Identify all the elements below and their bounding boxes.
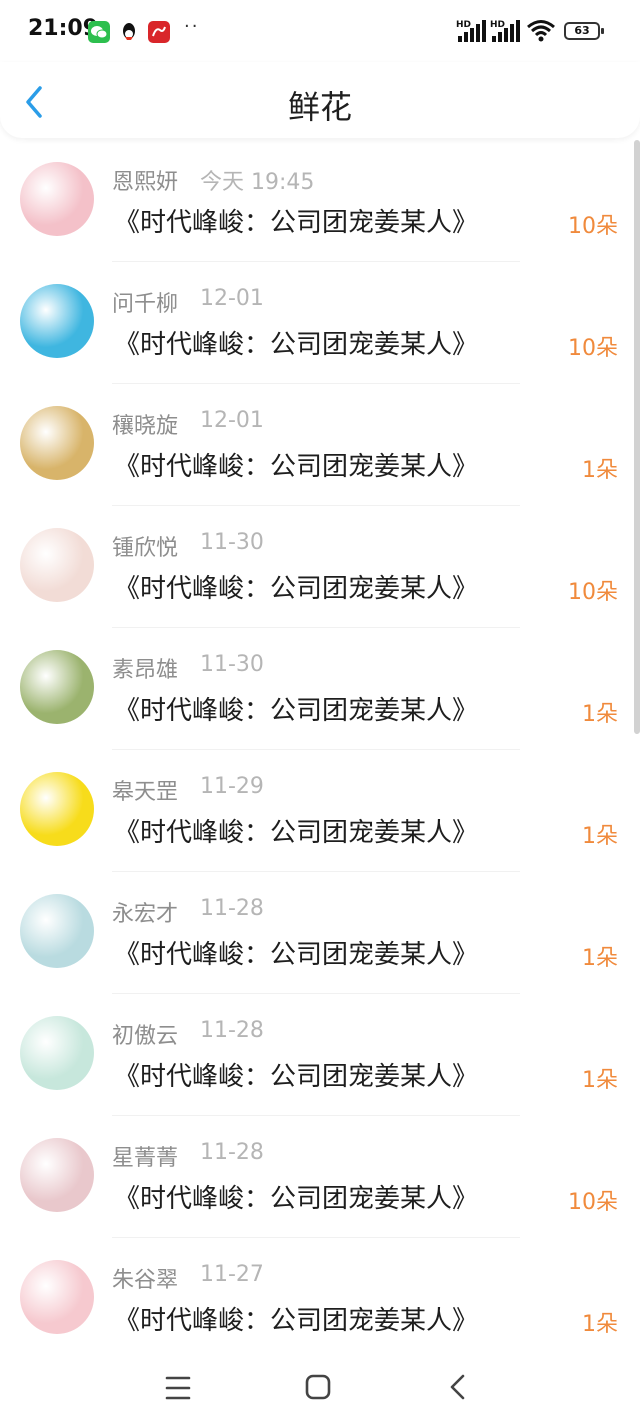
home-square-icon <box>305 1374 331 1400</box>
battery-icon: 63 <box>564 22 604 40</box>
list-item[interactable]: 初傲云 11-28 《时代峰峻：公司团宠姜某人》 1朵 <box>0 994 640 1116</box>
gift-date: 11-29 <box>200 774 264 799</box>
page-header: 鲜花 <box>0 62 640 138</box>
flower-count: 10朵 <box>568 1190 618 1215</box>
avatar[interactable] <box>20 1260 94 1334</box>
avatar[interactable] <box>20 650 94 724</box>
system-nav-bar <box>0 1356 640 1422</box>
flower-count: 1朵 <box>582 1312 618 1337</box>
flower-count: 10朵 <box>568 580 618 605</box>
book-title: 《时代峰峻：公司团宠姜某人》 <box>114 330 479 360</box>
gift-date: 12-01 <box>200 286 264 311</box>
flower-count: 1朵 <box>582 458 618 483</box>
flower-count: 10朵 <box>568 214 618 239</box>
avatar[interactable] <box>20 162 94 236</box>
user-name: 初傲云 <box>112 1024 179 1049</box>
hd-label-1: HD <box>456 20 472 30</box>
menu-icon <box>165 1376 191 1400</box>
avatar[interactable] <box>20 1016 94 1090</box>
scrollbar[interactable] <box>634 140 640 734</box>
flower-count: 1朵 <box>582 702 618 727</box>
avatar[interactable] <box>20 1138 94 1212</box>
menu-button[interactable] <box>158 1370 198 1406</box>
reading-app-icon <box>148 21 170 43</box>
gift-date: 11-27 <box>200 1262 264 1287</box>
gift-date: 11-30 <box>200 652 264 677</box>
home-button[interactable] <box>298 1370 338 1406</box>
back-triangle-icon <box>450 1374 465 1400</box>
list-item[interactable]: 锺欣悦 11-30 《时代峰峻：公司团宠姜某人》 10朵 <box>0 506 640 628</box>
page-title: 鲜花 <box>287 88 352 126</box>
gift-date: 11-28 <box>200 896 264 921</box>
flower-count: 1朵 <box>582 1068 618 1093</box>
list-item[interactable]: 恩熙妍 今天 19:45 《时代峰峻：公司团宠姜某人》 10朵 <box>0 140 640 262</box>
qq-icon <box>118 21 140 43</box>
flower-record-list[interactable]: 恩熙妍 今天 19:45 《时代峰峻：公司团宠姜某人》 10朵 问千柳 12-01 《时代峰… <box>0 140 640 1356</box>
gift-date: 11-28 <box>200 1018 264 1043</box>
more-notifications-icon: ·· <box>184 16 200 37</box>
book-title: 《时代峰峻：公司团宠姜某人》 <box>114 818 479 848</box>
signal-icon-2: HD <box>490 20 520 42</box>
wifi-icon <box>526 18 556 46</box>
status-bar: 21:09 ·· HD HD 63 <box>0 0 640 62</box>
list-item[interactable]: 穰晓旋 12-01 《时代峰峻：公司团宠姜某人》 1朵 <box>0 384 640 506</box>
flower-count: 1朵 <box>582 946 618 971</box>
avatar[interactable] <box>20 894 94 968</box>
avatar[interactable] <box>20 772 94 846</box>
wechat-icon <box>88 21 110 43</box>
book-title: 《时代峰峻：公司团宠姜某人》 <box>114 940 479 970</box>
gift-date: 11-28 <box>200 1140 264 1165</box>
user-name: 问千柳 <box>112 292 179 317</box>
flower-count: 10朵 <box>568 336 618 361</box>
user-name: 星菁菁 <box>112 1146 179 1171</box>
book-title: 《时代峰峻：公司团宠姜某人》 <box>114 1306 479 1336</box>
gift-date: 11-30 <box>200 530 264 555</box>
avatar[interactable] <box>20 406 94 480</box>
list-item[interactable]: 问千柳 12-01 《时代峰峻：公司团宠姜某人》 10朵 <box>0 262 640 384</box>
book-title: 《时代峰峻：公司团宠姜某人》 <box>114 574 479 604</box>
hd-label-2: HD <box>490 20 506 30</box>
user-name: 恩熙妍 <box>112 170 179 195</box>
list-item[interactable]: 朱谷翠 11-27 《时代峰峻：公司团宠姜某人》 1朵 <box>0 1238 640 1356</box>
gift-date: 今天 19:45 <box>200 170 315 195</box>
user-name: 皋天罡 <box>112 780 179 805</box>
list-item[interactable]: 皋天罡 11-29 《时代峰峻：公司团宠姜某人》 1朵 <box>0 750 640 872</box>
signal-icon-1: HD <box>456 20 486 42</box>
user-name: 穰晓旋 <box>112 414 179 439</box>
user-name: 永宏才 <box>112 902 179 927</box>
list-item[interactable]: 素昂雄 11-30 《时代峰峻：公司团宠姜某人》 1朵 <box>0 628 640 750</box>
user-name: 锺欣悦 <box>112 536 179 561</box>
book-title: 《时代峰峻：公司团宠姜某人》 <box>114 452 479 482</box>
user-name: 朱谷翠 <box>112 1268 179 1293</box>
flower-count: 1朵 <box>582 824 618 849</box>
book-title: 《时代峰峻：公司团宠姜某人》 <box>114 696 479 726</box>
book-title: 《时代峰峻：公司团宠姜某人》 <box>114 1184 479 1214</box>
user-name: 素昂雄 <box>112 658 179 683</box>
book-title: 《时代峰峻：公司团宠姜某人》 <box>114 1062 479 1092</box>
list-item[interactable]: 星菁菁 11-28 《时代峰峻：公司团宠姜某人》 10朵 <box>0 1116 640 1238</box>
avatar[interactable] <box>20 284 94 358</box>
book-title: 《时代峰峻：公司团宠姜某人》 <box>114 208 479 238</box>
system-back-button[interactable] <box>438 1370 478 1406</box>
gift-date: 12-01 <box>200 408 264 433</box>
avatar[interactable] <box>20 528 94 602</box>
list-item[interactable]: 永宏才 11-28 《时代峰峻：公司团宠姜某人》 1朵 <box>0 872 640 994</box>
